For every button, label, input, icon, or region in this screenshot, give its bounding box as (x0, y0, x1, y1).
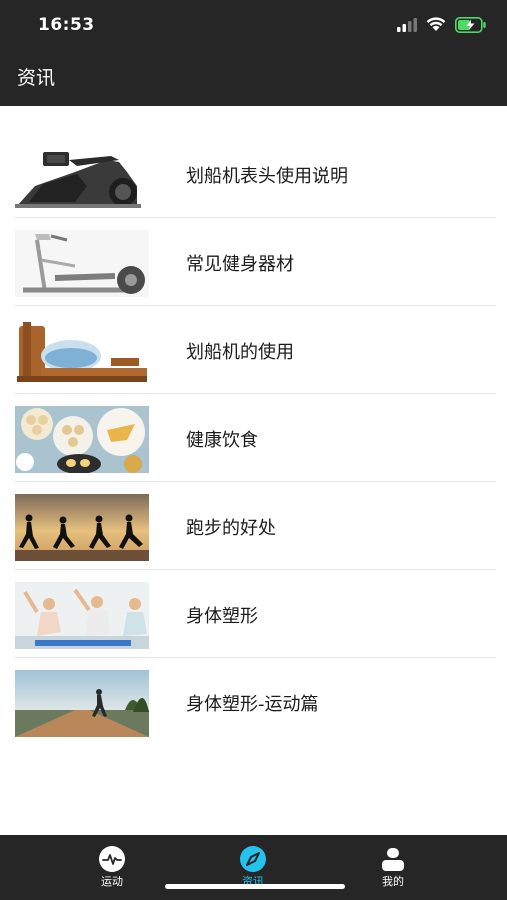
yoga-class-photo-image (15, 582, 149, 649)
healthy-food-photo-image (15, 406, 149, 473)
article-title: 跑步的好处 (186, 518, 276, 539)
article-thumbnail (15, 494, 149, 561)
battery-charging-icon (455, 17, 486, 33)
rowing-machine-photo-image (15, 142, 149, 209)
wifi-icon (426, 17, 446, 31)
cellular-signal-icon (397, 18, 417, 32)
article-thumbnail (15, 670, 149, 737)
bottom-tab-bar: 运动 资讯 我的 (0, 835, 507, 900)
article-item-body-shaping-exercise[interactable]: 身体塑形-运动篇 (0, 658, 507, 746)
water-rower-photo-image (15, 318, 149, 385)
activity-pulse-icon (99, 846, 125, 872)
article-item-body-shaping[interactable]: 身体塑形 (0, 570, 507, 658)
article-item-rowing-usage[interactable]: 划船机的使用 (0, 306, 507, 394)
article-thumbnail (15, 582, 149, 649)
tab-label: 我的 (382, 875, 404, 888)
article-title: 常见健身器材 (186, 254, 294, 275)
tab-label: 运动 (101, 875, 123, 888)
user-profile-icon (382, 848, 404, 871)
home-indicator[interactable] (165, 884, 345, 889)
article-title: 健康饮食 (186, 430, 258, 451)
article-item-healthy-diet[interactable]: 健康饮食 (0, 394, 507, 482)
runners-sunset-photo-image (15, 494, 149, 561)
status-time: 16:53 (38, 15, 95, 35)
article-title: 身体塑形-运动篇 (186, 694, 319, 715)
runner-road-photo-image (15, 670, 149, 737)
article-title: 划船机表头使用说明 (186, 166, 348, 187)
article-thumbnail (15, 318, 149, 385)
tab-news[interactable]: 资讯 (203, 835, 303, 900)
article-title: 身体塑形 (186, 606, 258, 627)
elliptical-trainer-photo-image (15, 230, 149, 297)
article-item-running-benefits[interactable]: 跑步的好处 (0, 482, 507, 570)
article-title: 划船机的使用 (186, 342, 294, 363)
compass-icon (240, 846, 266, 872)
article-thumbnail (15, 406, 149, 473)
page-title: 资讯 (17, 67, 56, 89)
article-thumbnail (15, 230, 149, 297)
tab-profile[interactable]: 我的 (343, 835, 443, 900)
top-bar: 16:53 资讯 (0, 0, 507, 106)
article-item-rowing-monitor[interactable]: 划船机表头使用说明 (0, 130, 507, 218)
status-bar: 16:53 (0, 0, 507, 50)
tab-sport[interactable]: 运动 (62, 835, 162, 900)
article-item-fitness-equipment[interactable]: 常见健身器材 (0, 218, 507, 306)
article-thumbnail (15, 142, 149, 209)
